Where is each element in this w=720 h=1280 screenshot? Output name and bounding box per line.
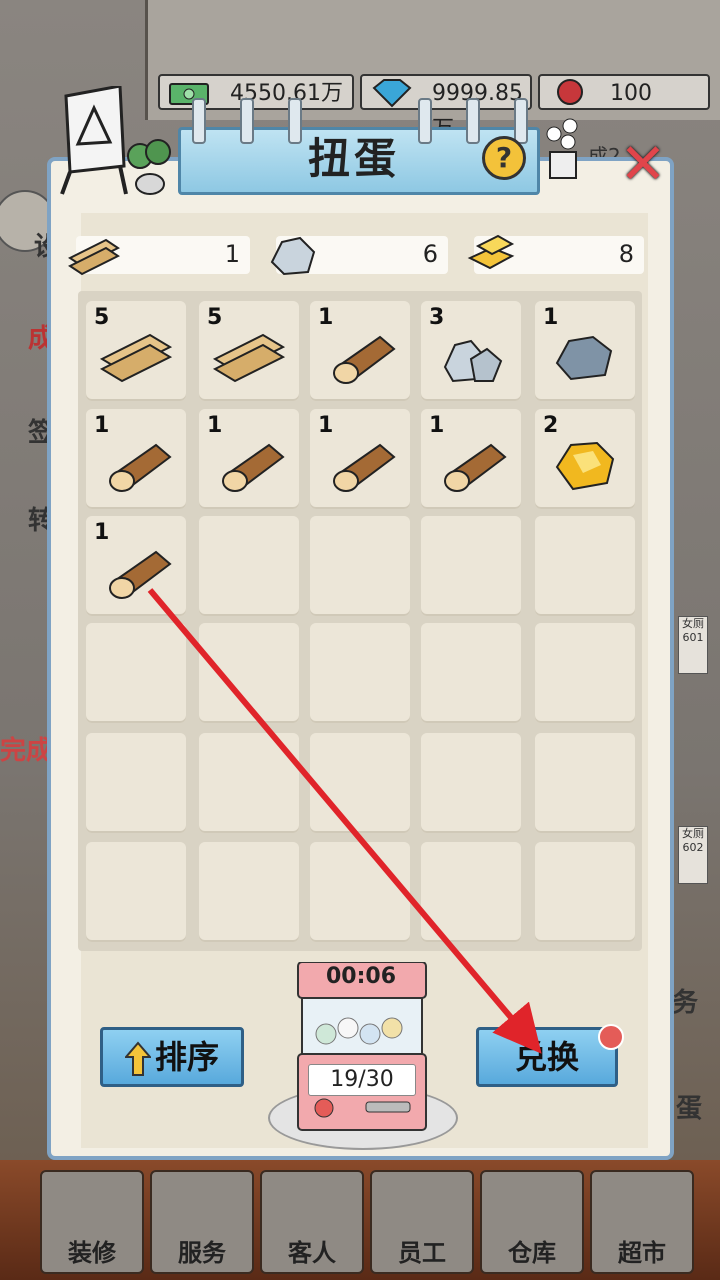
nav-label: 客人	[288, 1239, 336, 1267]
nav-warehouse[interactable]: 仓库	[480, 1170, 584, 1274]
nav-staff[interactable]: 员工	[370, 1170, 474, 1274]
empty-slot[interactable]	[86, 623, 186, 723]
cash-counter: 4550.61万	[158, 74, 354, 110]
help-button[interactable]: ?	[482, 136, 526, 180]
inventory-slot[interactable]: 1	[86, 516, 186, 616]
nav-label: 仓库	[508, 1239, 556, 1267]
plank-icon	[212, 333, 286, 383]
inventory-slot[interactable]: 5	[86, 301, 186, 401]
flower-pot-icon	[546, 118, 578, 179]
empty-slot[interactable]	[310, 623, 410, 723]
inventory-slot[interactable]: 1	[310, 409, 410, 509]
gold-ore-icon	[555, 441, 615, 491]
log-icon	[109, 443, 172, 492]
inventory-slot[interactable]: 1	[310, 301, 410, 401]
empty-slot[interactable]	[310, 842, 410, 942]
material-count: 8	[618, 240, 634, 268]
inventory-slot[interactable]: 1	[421, 409, 521, 509]
stone-pile-icon	[443, 339, 503, 383]
empty-slot[interactable]	[535, 842, 635, 942]
side-label: 务	[672, 988, 699, 1018]
gold-bar-icon	[467, 234, 515, 270]
binder-ring	[418, 98, 432, 144]
exchange-label: 兑换	[514, 1038, 579, 1076]
empty-slot[interactable]	[199, 516, 299, 616]
binder-ring	[466, 98, 480, 144]
empty-slot[interactable]	[421, 733, 521, 833]
empty-slot[interactable]	[310, 516, 410, 616]
rose-icon	[557, 79, 583, 105]
empty-slot[interactable]	[86, 733, 186, 833]
empty-slot[interactable]	[199, 733, 299, 833]
inventory-slot[interactable]: 1	[199, 409, 299, 509]
exchange-button[interactable]: 兑换	[476, 1027, 618, 1087]
plank-icon	[68, 238, 120, 276]
inventory-slot[interactable]: 1	[535, 301, 635, 401]
log-icon	[109, 550, 172, 599]
nav-service[interactable]: 服务	[150, 1170, 254, 1274]
side-label: 完成	[0, 736, 53, 766]
empty-slot[interactable]	[86, 842, 186, 942]
inventory-slot[interactable]: 3	[421, 301, 521, 401]
side-label: 蛋	[676, 1094, 703, 1124]
rock-icon	[555, 335, 613, 381]
caution-sign-icon	[60, 86, 128, 195]
binder-ring	[514, 98, 528, 144]
rose-value: 100	[610, 81, 652, 106]
empty-slot[interactable]	[421, 842, 521, 942]
diamond-counter: 9999.85万	[360, 74, 532, 142]
inventory-slot[interactable]: 5	[199, 301, 299, 401]
sort-label: 排序	[154, 1038, 219, 1076]
nav-label: 员工	[398, 1239, 446, 1267]
stone-icon	[270, 236, 316, 276]
arrow-up-icon	[124, 1041, 151, 1076]
inventory-slot[interactable]: 2	[535, 409, 635, 509]
empty-slot[interactable]	[421, 623, 521, 723]
sort-button[interactable]: 排序	[100, 1027, 244, 1087]
empty-slot[interactable]	[310, 733, 410, 833]
nav-label: 超市	[618, 1239, 666, 1267]
gacha-timer: 00:06	[325, 964, 397, 989]
log-icon	[333, 443, 396, 492]
plant-icon	[127, 139, 171, 195]
diamond-icon	[372, 79, 412, 108]
room-tag: 女厕 602	[678, 826, 708, 884]
modal-title: 扭蛋	[308, 134, 401, 183]
log-icon	[444, 443, 507, 492]
empty-slot[interactable]	[421, 516, 521, 616]
room-tag: 女厕 601	[678, 616, 708, 674]
binder-ring	[192, 98, 206, 144]
inventory-slot[interactable]: 1	[86, 409, 186, 509]
material-count: 1	[224, 240, 240, 268]
rose-counter: 100	[538, 74, 710, 110]
binder-ring	[288, 98, 302, 144]
nav-label: 服务	[178, 1239, 226, 1267]
nav-label: 装修	[68, 1239, 116, 1267]
empty-slot[interactable]	[535, 733, 635, 833]
close-button[interactable]: ✕	[615, 137, 671, 193]
nav-supermarket[interactable]: 超市	[590, 1170, 694, 1274]
empty-slot[interactable]	[535, 516, 635, 616]
empty-slot[interactable]	[199, 842, 299, 942]
notification-dot	[598, 1024, 624, 1050]
gacha-capacity: 19/30	[308, 1064, 416, 1096]
binder-ring	[240, 98, 254, 144]
log-icon	[333, 335, 396, 384]
plank-icon	[99, 333, 173, 383]
empty-slot[interactable]	[535, 623, 635, 723]
nav-decorate[interactable]: 装修	[40, 1170, 144, 1274]
material-count: 6	[422, 240, 438, 268]
empty-slot[interactable]	[199, 623, 299, 723]
log-icon	[222, 443, 285, 492]
nav-guests[interactable]: 客人	[260, 1170, 364, 1274]
